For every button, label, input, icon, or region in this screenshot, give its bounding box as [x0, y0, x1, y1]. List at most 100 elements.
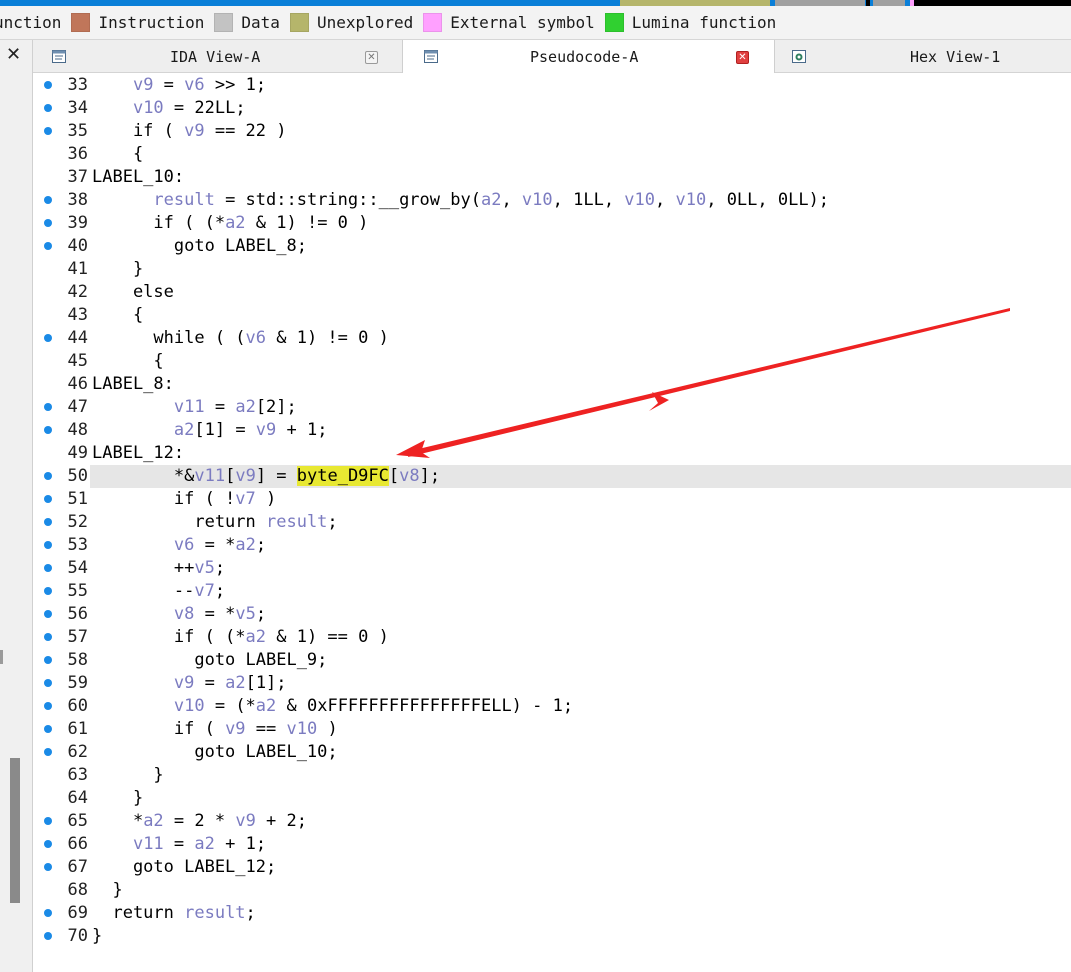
code-text[interactable]: v11 = a2 + 1;	[92, 833, 266, 856]
breakpoint-dot-icon[interactable]	[44, 863, 52, 871]
tab-pseudocode-close-icon[interactable]: ✕	[736, 51, 749, 64]
left-scrollbar-thumb[interactable]	[10, 758, 20, 903]
code-line[interactable]: 61 if ( v9 == v10 )	[33, 718, 1071, 741]
code-text[interactable]: {	[92, 143, 143, 166]
code-line[interactable]: 65 *a2 = 2 * v9 + 2;	[33, 810, 1071, 833]
code-text[interactable]: if ( (*a2 & 1) == 0 )	[92, 626, 389, 649]
code-line[interactable]: 67 goto LABEL_12;	[33, 856, 1071, 879]
code-line[interactable]: 43 {	[33, 304, 1071, 327]
code-line[interactable]: 35 if ( v9 == 22 )	[33, 120, 1071, 143]
code-line[interactable]: 70}	[33, 925, 1071, 948]
code-text[interactable]: a2[1] = v9 + 1;	[92, 419, 328, 442]
breakpoint-dot-icon[interactable]	[44, 909, 52, 917]
code-text[interactable]: {	[92, 350, 163, 373]
code-line[interactable]: 47 v11 = a2[2];	[33, 396, 1071, 419]
pseudocode-view[interactable]: 33 v9 = v6 >> 1; 34 v10 = 22LL; 35 if ( v9…	[33, 73, 1071, 972]
breakpoint-dot-icon[interactable]	[44, 564, 52, 572]
code-text[interactable]: *&v11[v9] = byte_D9FC[v8];	[92, 465, 440, 488]
breakpoint-dot-icon[interactable]	[44, 656, 52, 664]
code-text[interactable]: goto LABEL_9;	[92, 649, 327, 672]
code-line[interactable]: 66 v11 = a2 + 1;	[33, 833, 1071, 856]
code-text[interactable]: if ( !v7 )	[92, 488, 276, 511]
code-line[interactable]: 69 return result;	[33, 902, 1071, 925]
breakpoint-dot-icon[interactable]	[44, 403, 52, 411]
breakpoint-dot-icon[interactable]	[44, 518, 52, 526]
code-text[interactable]: }	[92, 879, 122, 902]
code-text[interactable]: while ( (v6 & 1) != 0 )	[92, 327, 388, 350]
code-line[interactable]: 49 LABEL_12:	[33, 442, 1071, 465]
code-text[interactable]: if ( v9 == v10 )	[92, 718, 338, 741]
code-line[interactable]: 39 if ( (*a2 & 1) != 0 )	[33, 212, 1071, 235]
breakpoint-dot-icon[interactable]	[44, 426, 52, 434]
breakpoint-dot-icon[interactable]	[44, 679, 52, 687]
code-text[interactable]: LABEL_10:	[92, 166, 184, 189]
breakpoint-dot-icon[interactable]	[44, 725, 52, 733]
code-text[interactable]: v8 = *v5;	[92, 603, 266, 626]
code-text[interactable]: ++v5;	[92, 557, 225, 580]
code-text[interactable]: {	[92, 304, 143, 327]
code-line[interactable]: 68 }	[33, 879, 1071, 902]
breakpoint-dot-icon[interactable]	[44, 610, 52, 618]
breakpoint-dot-icon[interactable]	[44, 127, 52, 135]
code-line[interactable]: 64 }	[33, 787, 1071, 810]
code-line[interactable]: 56 v8 = *v5;	[33, 603, 1071, 626]
tab-pseudocode-a[interactable]: Pseudocode-A ✕	[402, 40, 775, 74]
code-text[interactable]: goto LABEL_12;	[92, 856, 276, 879]
code-text[interactable]: return result;	[92, 511, 337, 534]
code-text[interactable]: v9 = v6 >> 1;	[92, 74, 266, 97]
code-text[interactable]: LABEL_8:	[92, 373, 174, 396]
close-icon[interactable]: ✕	[6, 45, 21, 65]
code-line[interactable]: 57 if ( (*a2 & 1) == 0 )	[33, 626, 1071, 649]
breakpoint-dot-icon[interactable]	[44, 334, 52, 342]
code-text[interactable]: }	[92, 787, 143, 810]
breakpoint-dot-icon[interactable]	[44, 840, 52, 848]
code-text[interactable]: if ( v9 == 22 )	[92, 120, 287, 143]
code-text[interactable]: v9 = a2[1];	[92, 672, 287, 695]
code-line[interactable]: 41 }	[33, 258, 1071, 281]
code-line[interactable]: 42 else	[33, 281, 1071, 304]
code-line[interactable]: 46 LABEL_8:	[33, 373, 1071, 396]
breakpoint-dot-icon[interactable]	[44, 472, 52, 480]
breakpoint-dot-icon[interactable]	[44, 242, 52, 250]
breakpoint-dot-icon[interactable]	[44, 633, 52, 641]
breakpoint-dot-icon[interactable]	[44, 817, 52, 825]
code-line[interactable]: 37 LABEL_10:	[33, 166, 1071, 189]
code-text[interactable]: --v7;	[92, 580, 225, 603]
code-line[interactable]: 58 goto LABEL_9;	[33, 649, 1071, 672]
tab-ida-close-icon[interactable]: ✕	[365, 51, 378, 64]
code-text[interactable]: result = std::string::__grow_by(a2, v10,…	[92, 189, 829, 212]
breakpoint-dot-icon[interactable]	[44, 587, 52, 595]
code-line[interactable]: 38 result = std::string::__grow_by(a2, v…	[33, 189, 1071, 212]
code-text[interactable]: else	[92, 281, 174, 304]
code-line[interactable]: 40 goto LABEL_8;	[33, 235, 1071, 258]
tab-hex-view-1[interactable]: Hex View-1	[776, 40, 1071, 73]
code-text[interactable]: if ( (*a2 & 1) != 0 )	[92, 212, 368, 235]
breakpoint-dot-icon[interactable]	[44, 196, 52, 204]
breakpoint-dot-icon[interactable]	[44, 219, 52, 227]
breakpoint-dot-icon[interactable]	[44, 495, 52, 503]
breakpoint-dot-icon[interactable]	[44, 702, 52, 710]
code-text[interactable]: goto LABEL_10;	[92, 741, 337, 764]
breakpoint-dot-icon[interactable]	[44, 748, 52, 756]
code-line[interactable]: 52 return result;	[33, 511, 1071, 534]
code-text[interactable]: LABEL_12:	[92, 442, 184, 465]
code-line[interactable]: 63 }	[33, 764, 1071, 787]
code-line[interactable]: 59 v9 = a2[1];	[33, 672, 1071, 695]
code-line[interactable]: 34 v10 = 22LL;	[33, 97, 1071, 120]
code-line[interactable]: 44 while ( (v6 & 1) != 0 )	[33, 327, 1071, 350]
breakpoint-dot-icon[interactable]	[44, 932, 52, 940]
code-text[interactable]: return result;	[92, 902, 255, 925]
code-text[interactable]: v11 = a2[2];	[92, 396, 297, 419]
code-line[interactable]: 53 v6 = *a2;	[33, 534, 1071, 557]
code-line[interactable]: 62 goto LABEL_10;	[33, 741, 1071, 764]
breakpoint-dot-icon[interactable]	[44, 541, 52, 549]
code-text[interactable]: *a2 = 2 * v9 + 2;	[92, 810, 307, 833]
breakpoint-dot-icon[interactable]	[44, 104, 52, 112]
code-line[interactable]: 54 ++v5;	[33, 557, 1071, 580]
code-text[interactable]: v10 = 22LL;	[92, 97, 246, 120]
code-line[interactable]: 33 v9 = v6 >> 1;	[33, 74, 1071, 97]
code-text[interactable]: }	[92, 258, 143, 281]
code-line[interactable]: 50 *&v11[v9] = byte_D9FC[v8];	[33, 465, 1071, 488]
code-line[interactable]: 45 {	[33, 350, 1071, 373]
tab-ida-view-a[interactable]: IDA View-A ✕	[33, 40, 401, 73]
